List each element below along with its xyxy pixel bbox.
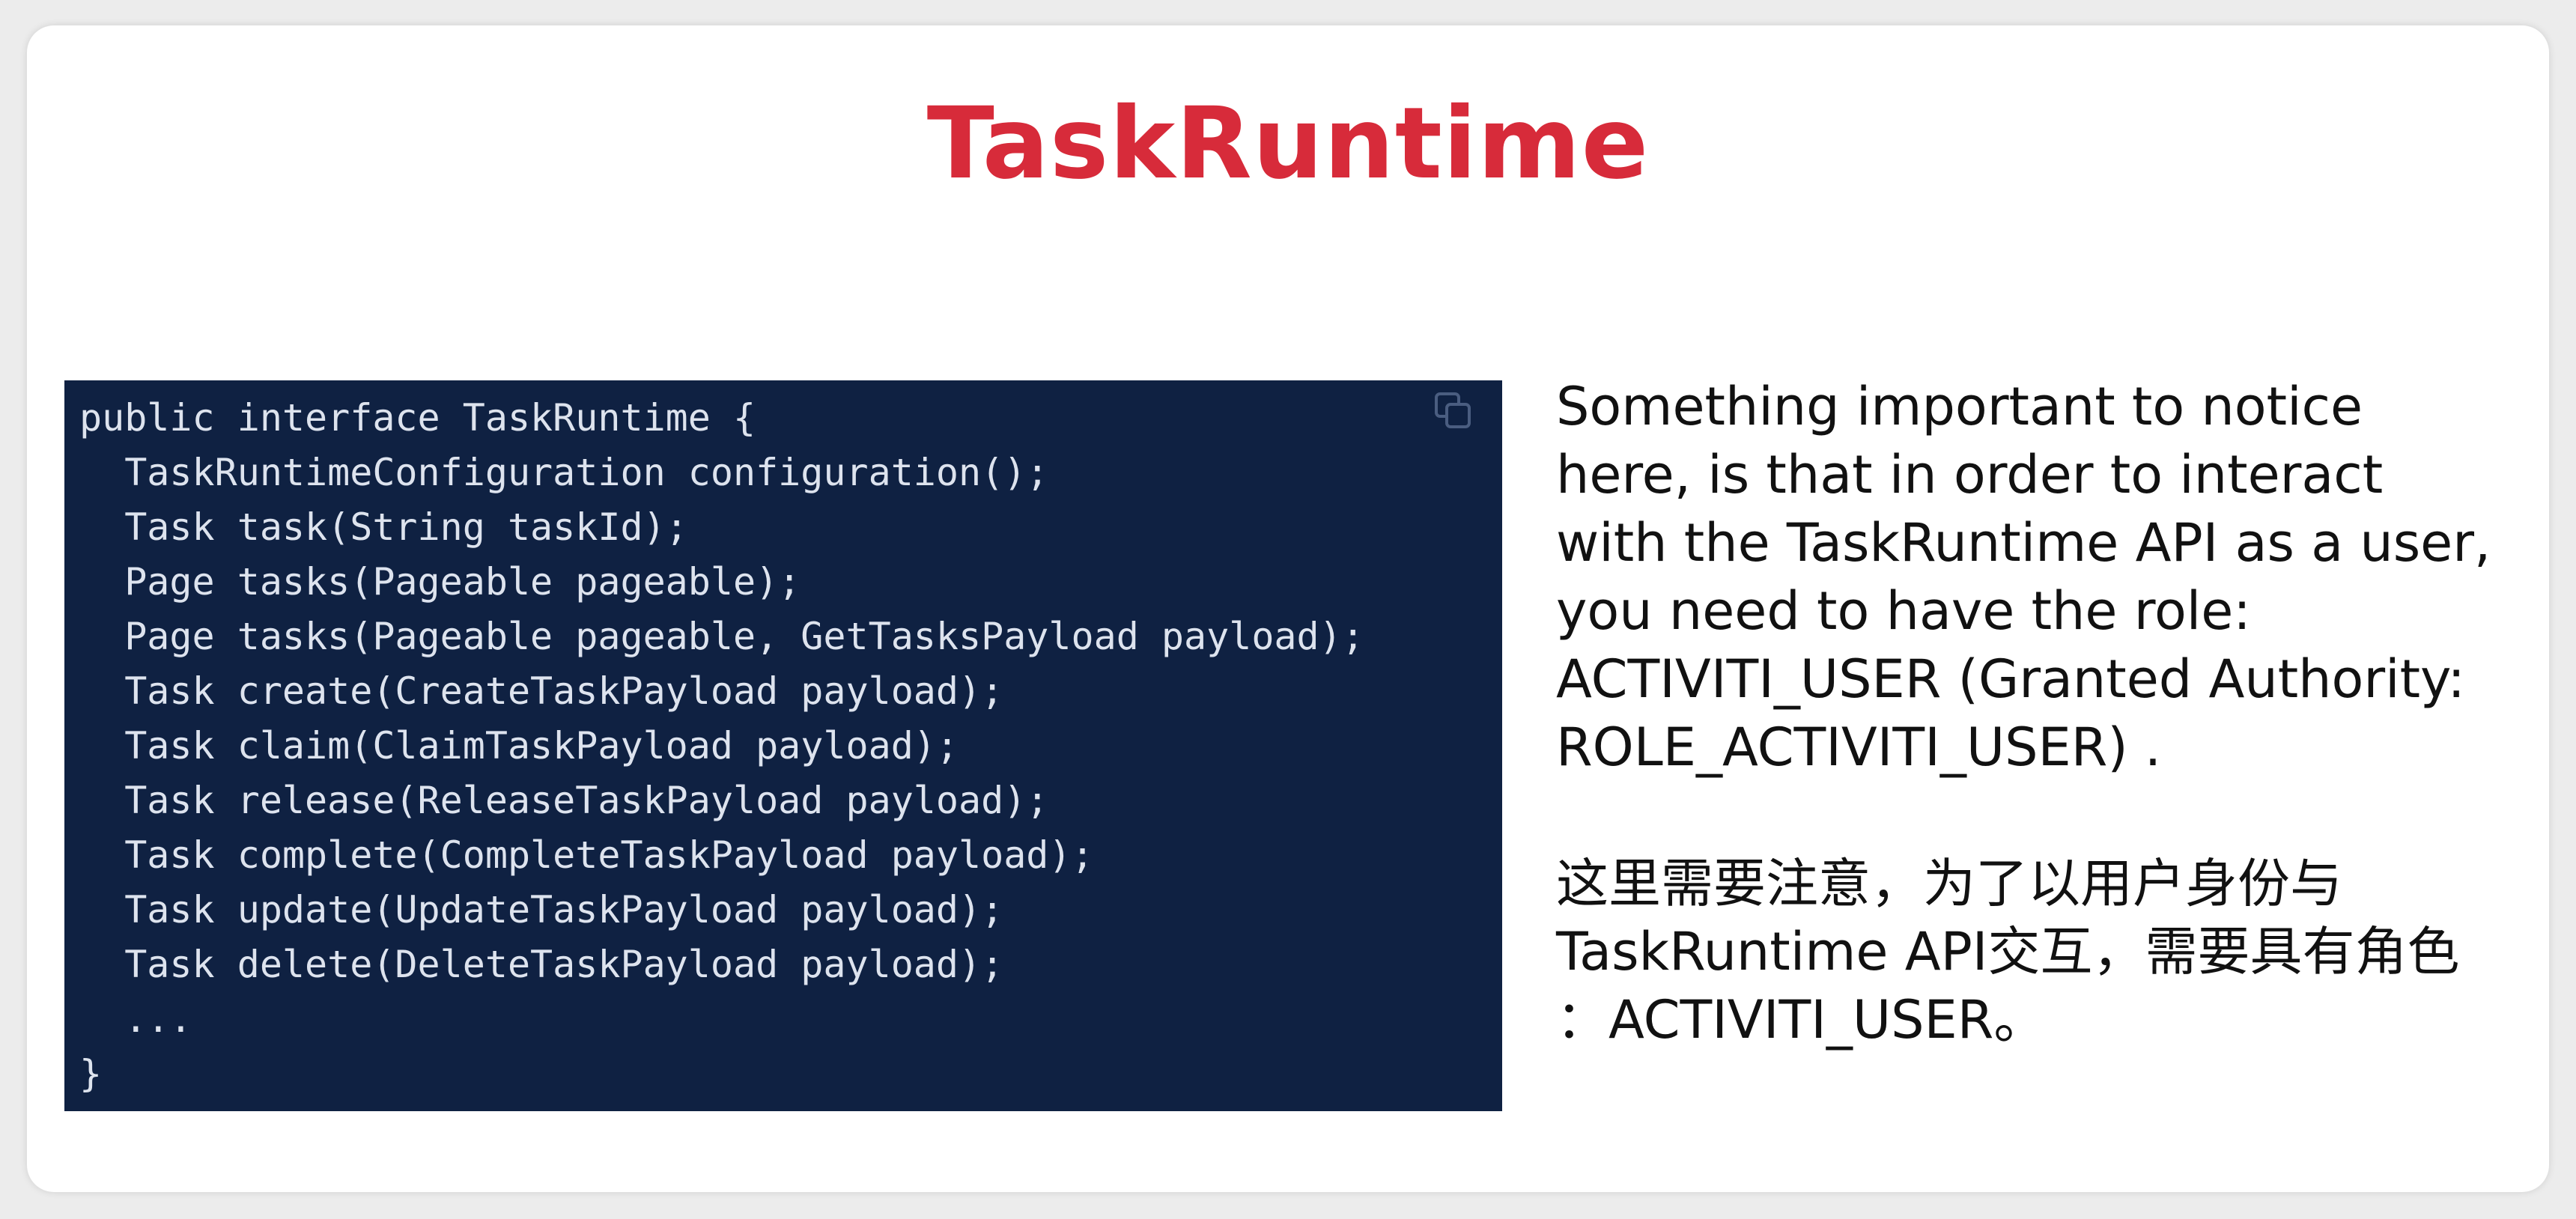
explanation-line: you need to have the role: bbox=[1556, 580, 2251, 642]
explanation-line-zh: 这里需要注意，为了以用户身份与 bbox=[1556, 853, 2342, 914]
code-line: Task create(CreateTaskPayload payload); bbox=[79, 669, 1004, 713]
code-line: Task task(String taskId); bbox=[79, 505, 688, 549]
page-frame: TaskRuntime public interface TaskRuntime… bbox=[0, 0, 2576, 1219]
explanation-text: Something important to notice here, is t… bbox=[1556, 373, 2552, 1054]
explanation-line: ROLE_ACTIVITI_USER) . bbox=[1556, 717, 2162, 778]
slide-title: TaskRuntime bbox=[926, 86, 1650, 201]
explanation-line-zh: TaskRuntime API交互，需要具有角色 bbox=[1556, 921, 2460, 982]
explanation-line-zh: ：ACTIVITI_USER。 bbox=[1556, 989, 2047, 1051]
explanation-english: Something important to notice here, is t… bbox=[1556, 373, 2552, 782]
code-line: } bbox=[79, 1052, 103, 1095]
code-line: public interface TaskRuntime { bbox=[79, 396, 756, 440]
code-line: Task claim(ClaimTaskPayload payload); bbox=[79, 724, 959, 767]
explanation-line: Something important to notice bbox=[1556, 376, 2363, 437]
code-line: TaskRuntimeConfiguration configuration()… bbox=[79, 451, 1049, 494]
code-block: public interface TaskRuntime { TaskRunti… bbox=[64, 380, 1502, 1111]
code-line: Page tasks(Pageable pageable, GetTasksPa… bbox=[79, 615, 1364, 658]
explanation-line: with the TaskRuntime API as a user, bbox=[1556, 512, 2491, 574]
code-line: Task update(UpdateTaskPayload payload); bbox=[79, 888, 1004, 931]
explanation-chinese: 这里需要注意，为了以用户身份与 TaskRuntime API交互，需要具有角色… bbox=[1556, 850, 2552, 1054]
code-line: Task delete(DeleteTaskPayload payload); bbox=[79, 943, 1004, 986]
code-lines: public interface TaskRuntime { TaskRunti… bbox=[79, 391, 1364, 1101]
explanation-line: ACTIVITI_USER (Granted Authority: bbox=[1556, 648, 2465, 710]
code-line: Task complete(CompleteTaskPayload payloa… bbox=[79, 833, 1094, 877]
code-line: Task release(ReleaseTaskPayload payload)… bbox=[79, 779, 1049, 822]
copy-icon-graphic bbox=[1435, 392, 1471, 428]
copy-icon[interactable] bbox=[1432, 389, 1477, 434]
explanation-line: here, is that in order to interact bbox=[1556, 444, 2384, 505]
code-line: Page tasks(Pageable pageable); bbox=[79, 560, 801, 604]
code-line: ... bbox=[79, 997, 192, 1041]
